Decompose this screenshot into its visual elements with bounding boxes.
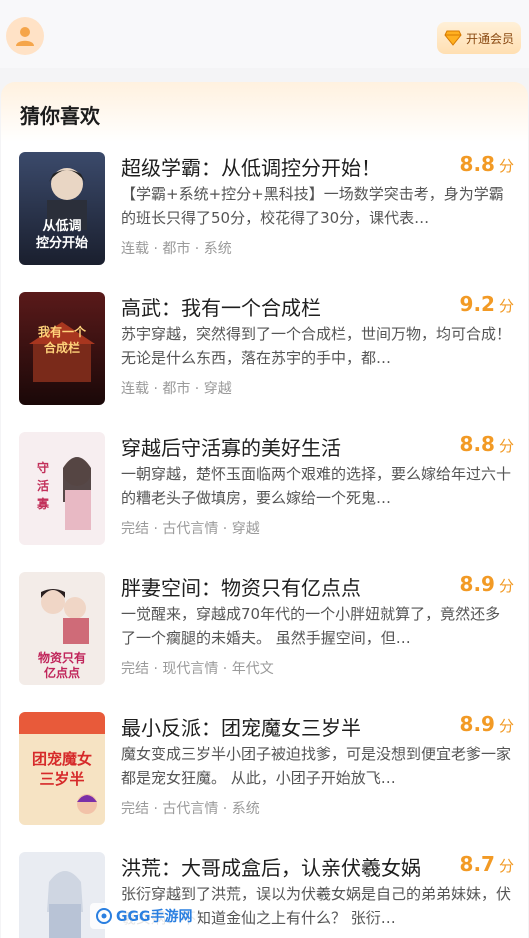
list-item[interactable]: 认亲伏羲 洪荒：大哥成盒后，认亲伏羲女娲 8.7分 张衍穿越到了洪荒，误以为伏羲… (1, 852, 528, 938)
recommend-card: 猜你喜欢 从低调 控分开始 超级学霸：从低调控分开始！ 8.8 分 【学霸+系统+… (1, 82, 528, 938)
book-description: 一觉醒来，穿越成70年代的一个小胖妞就算了，竟然还多了一个瘸腿的未婚夫。 虽然手… (121, 605, 501, 647)
book-cover[interactable]: 从低调 控分开始 (19, 152, 105, 265)
svg-text:团宠魔女: 团宠魔女 (32, 750, 92, 768)
book-title[interactable]: 最小反派：团宠魔女三岁半 (121, 712, 441, 741)
top-bar: 开通会员 (0, 0, 529, 68)
book-title[interactable]: 超级学霸：从低调控分开始！ (121, 152, 441, 181)
book-tags: 完结 · 现代言情 · 年代文 (121, 661, 274, 677)
book-title[interactable]: 高武：我有一个合成栏 (121, 292, 441, 321)
watermark: GGG手游网 (90, 903, 199, 929)
avatar[interactable] (6, 17, 44, 55)
book-cover[interactable]: 团宠魔女 三岁半 (19, 712, 105, 825)
list-item[interactable]: 物资只有 亿点点 胖妻空间：物资只有亿点点 8.9 分 一觉醒来，穿越成70年代的… (1, 572, 528, 692)
book-score: 8.8 分 (459, 432, 514, 456)
book-title[interactable]: 胖妻空间：物资只有亿点点 (121, 572, 441, 601)
svg-text:活: 活 (37, 478, 49, 493)
book-score: 8.8 分 (459, 152, 514, 176)
book-tags: 连载 · 都市 · 穿越 (121, 381, 232, 397)
book-score: 9.2 分 (459, 292, 514, 316)
book-tags: 连载 · 都市 · 系统 (121, 241, 232, 257)
svg-text:控分开始: 控分开始 (36, 235, 88, 251)
book-tags: 完结 · 古代言情 · 系统 (121, 801, 260, 817)
section-title: 猜你喜欢 (20, 104, 100, 128)
list-item[interactable]: 我有一个 合成栏 高武：我有一个合成栏 9.2 分 苏宇穿越，突然得到了一个合成栏… (1, 292, 528, 412)
book-score: 8.7 分 (459, 852, 514, 876)
book-tags: 完结 · 古代言情 · 穿越 (121, 521, 260, 537)
book-title[interactable]: 洪荒：大哥成盒后，认亲伏羲女娲 (121, 852, 441, 881)
book-description: 苏宇穿越，突然得到了一个合成栏，世间万物，均可合成！ 无论是什么东西，落在苏宇的… (121, 325, 511, 367)
svg-text:守: 守 (37, 460, 49, 475)
svg-text:三岁半: 三岁半 (39, 770, 84, 788)
svg-text:物资只有: 物资只有 (38, 650, 86, 665)
book-score: 8.9 分 (459, 572, 514, 596)
list-item[interactable]: 守 活 寡 穿越后守活寡的美好生活 8.8 分 一朝穿越，楚怀玉面临两个艰难的选择… (1, 432, 528, 552)
diamond-icon (444, 30, 462, 46)
book-title[interactable]: 穿越后守活寡的美好生活 (121, 432, 441, 461)
list-item[interactable]: 从低调 控分开始 超级学霸：从低调控分开始！ 8.8 分 【学霸+系统+控分+黑科… (1, 152, 528, 272)
book-cover[interactable]: 我有一个 合成栏 (19, 292, 105, 405)
book-cover[interactable]: 守 活 寡 (19, 432, 105, 545)
book-cover[interactable]: 物资只有 亿点点 (19, 572, 105, 685)
list-item[interactable]: 团宠魔女 三岁半 最小反派：团宠魔女三岁半 8.9 分 魔女变成三岁半小团子被迫找… (1, 712, 528, 832)
watermark-logo-icon (96, 908, 112, 924)
vip-label: 开通会员 (465, 31, 514, 46)
svg-text:从低调: 从低调 (42, 218, 81, 234)
open-vip-button[interactable]: 开通会员 (437, 22, 521, 54)
book-score: 8.9 分 (459, 712, 514, 736)
svg-text:亿点点: 亿点点 (44, 665, 80, 680)
svg-text:合成栏: 合成栏 (44, 340, 80, 355)
book-description: 一朝穿越，楚怀玉面临两个艰难的选择，要么嫁给年过六十的糟老头子做填房，要么嫁给一… (121, 465, 511, 507)
svg-text:我有一个: 我有一个 (38, 324, 87, 339)
book-description: 魔女变成三岁半小团子被迫找爹，可是没想到便宜老爹一家都是宠女狂魔。 从此，小团子… (121, 745, 511, 787)
user-icon (16, 27, 34, 46)
svg-text:寡: 寡 (36, 496, 50, 511)
book-description: 【学霸+系统+控分+黑科技】一场数学突击考，身为学霸的班长只得了50分，校花得了… (121, 185, 504, 227)
